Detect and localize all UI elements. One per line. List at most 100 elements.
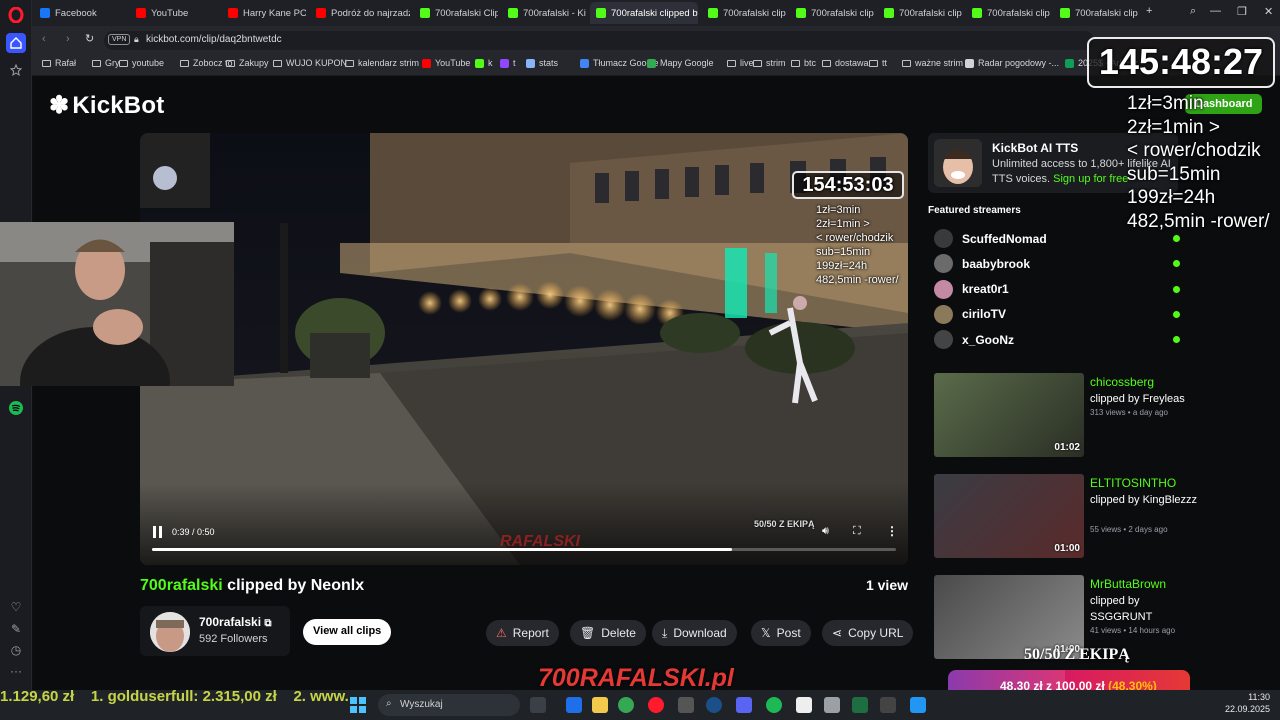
download-button[interactable]: ⤓ Download [652, 620, 737, 646]
discord-icon[interactable] [736, 697, 752, 713]
bookmark-item[interactable]: live [727, 58, 754, 68]
task-view-icon[interactable] [530, 697, 546, 713]
streamer-card[interactable]: 700rafalski ⧉ 592 Followers [140, 606, 290, 656]
delete-button[interactable]: 🗑︎ Delete [570, 620, 646, 646]
bookmark-item[interactable]: k [475, 58, 493, 68]
opera-icon[interactable] [648, 697, 664, 713]
calculator-icon[interactable] [824, 697, 840, 713]
view-all-clips-button[interactable]: View all clips [303, 619, 392, 645]
history-icon[interactable]: ◷ [6, 640, 26, 660]
opera-logo-icon[interactable] [6, 5, 26, 25]
tab[interactable]: 700rafalski clipped [878, 2, 962, 24]
address-bar[interactable]: VPN 🔒︎ kickbot.com/clip/daq2bntwetdc [104, 31, 1094, 50]
bookmark-item[interactable]: Mapy Google [647, 58, 714, 68]
clock-date[interactable]: 22.09.2025 [1220, 704, 1270, 714]
app-icon-1[interactable] [566, 697, 582, 713]
featured-streamer[interactable]: kreat0r1 [934, 279, 1009, 299]
related-clip-channel[interactable]: chicossberg [1090, 375, 1154, 389]
tab[interactable]: 700rafalski clipped [702, 2, 786, 24]
kickbot-logo[interactable]: ✽ KickBot [49, 91, 164, 120]
bookmark-item[interactable]: dostawa [822, 58, 869, 68]
tab[interactable]: 700rafalski - KickB [502, 2, 586, 24]
tab[interactable]: 700rafalski clipped by [590, 2, 698, 24]
more-icon[interactable]: ··· [6, 661, 26, 681]
tab[interactable]: Facebook [34, 2, 126, 24]
tts-signup-link[interactable]: Sign up for free [1053, 173, 1128, 185]
new-tab-button[interactable]: + [1146, 5, 1152, 17]
tab[interactable]: 700rafalski Clips - [414, 2, 498, 24]
tab[interactable]: YouTube [130, 2, 218, 24]
more-options-icon[interactable]: ⋮ [886, 524, 898, 538]
bookmark-item[interactable]: Zakupy [226, 58, 269, 68]
bookmark-item[interactable]: strim [753, 58, 786, 68]
star-icon[interactable] [6, 60, 26, 80]
fullscreen-icon[interactable]: ⛶ [853, 525, 861, 538]
streamer-avatar[interactable] [150, 612, 190, 652]
featured-streamer[interactable]: ciriloTV [934, 304, 1006, 324]
video-time: 0:39 / 0:50 [172, 527, 215, 537]
bookmark-item[interactable]: Radar pogodowy -... [965, 58, 1059, 68]
bookmark-item[interactable]: tt [869, 58, 887, 68]
edit-icon[interactable]: ✎ [6, 619, 26, 639]
bookmark-item[interactable]: t [500, 58, 516, 68]
heart-icon[interactable]: ♡ [6, 597, 26, 617]
app-icon-5[interactable] [910, 697, 926, 713]
bookmark-item[interactable]: youtube [119, 58, 164, 68]
tab[interactable]: 700rafalski clipped [790, 2, 874, 24]
translate-icon [580, 58, 589, 68]
file-explorer-icon[interactable] [592, 697, 608, 713]
tab[interactable]: Harry Kane POBIJE [222, 2, 306, 24]
streamer-name[interactable]: 700rafalski ⧉ [199, 615, 272, 629]
bookmark-item[interactable]: kalendarz strim [345, 58, 419, 68]
forward-icon[interactable]: › [66, 33, 70, 45]
external-link-icon[interactable]: ⧉ [264, 618, 271, 629]
app-icon-4[interactable] [880, 697, 896, 713]
pause-icon[interactable] [152, 525, 164, 539]
bookmark-item[interactable]: btc [791, 58, 816, 68]
close-window-icon[interactable]: ✕ [1264, 5, 1273, 18]
related-clip-channel[interactable]: ELTITOSINTHO [1090, 476, 1176, 490]
featured-streamer[interactable]: x_GooNz [934, 330, 1014, 350]
chrome-icon[interactable] [618, 697, 634, 713]
clock-time[interactable]: 11:30 [1236, 692, 1270, 702]
tab-favicon-icon [972, 8, 982, 18]
bookmark-item[interactable]: YouTube [422, 58, 470, 68]
bookmark-item[interactable]: Gry [92, 58, 120, 68]
app-icon-2[interactable] [678, 697, 694, 713]
spotify-icon[interactable] [6, 398, 26, 418]
vpn-badge[interactable]: VPN [108, 34, 131, 45]
tab[interactable]: 700rafalski clipped [966, 2, 1050, 24]
search-tabs-icon[interactable]: ⌕ [1190, 5, 1196, 18]
reload-icon[interactable]: ↻ [85, 32, 94, 45]
steam-icon[interactable] [706, 697, 722, 713]
volume-icon[interactable]: 🔊︎ [822, 525, 829, 538]
app-icon-3[interactable] [796, 697, 812, 713]
back-icon[interactable]: ‹ [42, 33, 46, 45]
video-player[interactable]: 154:53:03 1zł=3min 2zł=1min > < rower/chod… [140, 133, 908, 565]
post-button[interactable]: 𝕏 Post [751, 620, 811, 646]
report-button[interactable]: ⚠ Report [486, 620, 559, 646]
related-clip-thumbnail[interactable]: 01:02 [934, 373, 1084, 457]
bookmark-item[interactable]: Zobocz to [180, 58, 233, 68]
bookmark-item[interactable]: Rafał [42, 58, 76, 68]
tab[interactable]: Podróż do najrzadz [310, 2, 410, 24]
streamer-name: kreat0r1 [962, 282, 1009, 297]
bookmark-item[interactable]: ważne strim [902, 58, 963, 68]
featured-streamer[interactable]: ScuffedNomad [934, 229, 1047, 248]
progress-bar[interactable] [152, 548, 896, 551]
bookmark-item[interactable]: WUJO KUPON [273, 58, 347, 68]
related-clip-thumbnail[interactable]: 01:00 [934, 474, 1084, 558]
maximize-icon[interactable]: ❐ [1237, 5, 1247, 18]
tab[interactable]: 700rafalski clipped [1054, 2, 1138, 24]
related-clip-channel[interactable]: MrButtaBrown [1090, 577, 1166, 591]
copy-url-button[interactable]: ⋖ Copy URL [822, 620, 914, 646]
home-icon[interactable] [6, 33, 26, 53]
lock-icon[interactable]: 🔒︎ [134, 34, 139, 45]
featured-streamer[interactable]: baabybrook [934, 254, 1030, 274]
spotify-taskbar-icon[interactable] [766, 697, 782, 713]
taskbar-search[interactable]: ⌕ Wyszukaj [378, 694, 520, 716]
minimize-icon[interactable]: — [1210, 5, 1221, 17]
excel-icon[interactable] [852, 697, 868, 713]
start-icon[interactable] [350, 697, 366, 713]
bookmark-item[interactable]: stats [526, 58, 558, 68]
